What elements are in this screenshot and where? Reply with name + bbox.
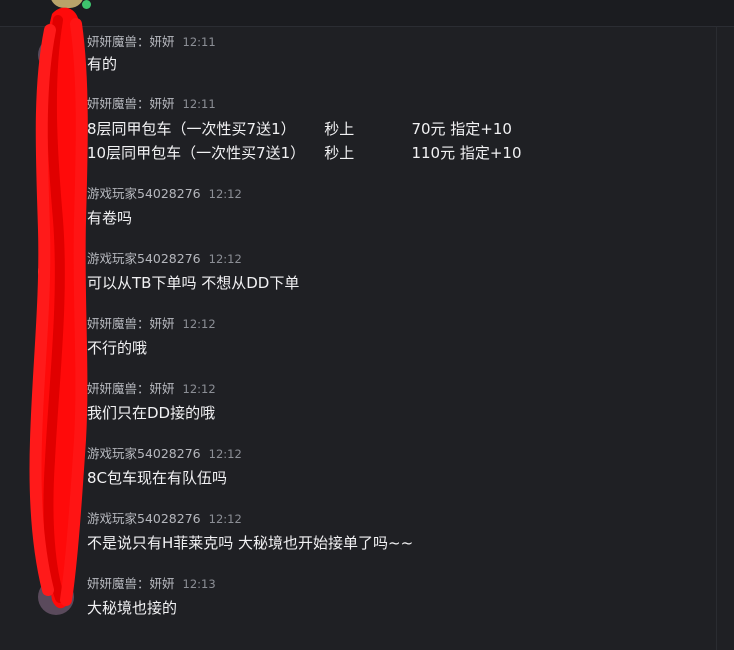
avatar[interactable] — [38, 449, 74, 485]
message-text: 大秘境也接的 — [87, 599, 178, 617]
message-text: 我们只在DD接的哦 — [87, 404, 216, 422]
message-text: 8C包车现在有队伍吗 — [87, 469, 228, 487]
avatar[interactable] — [38, 37, 74, 73]
avatar[interactable] — [38, 99, 74, 135]
avatar[interactable] — [38, 189, 74, 225]
message-time: 12:12 — [182, 382, 216, 396]
message-text: 可以从TB下单吗 不想从DD下单 — [87, 274, 300, 292]
message-meta: 妍妍魔兽：妍妍 12:12 — [87, 378, 216, 398]
avatar[interactable] — [38, 384, 74, 420]
avatar[interactable] — [38, 319, 74, 355]
sender-name[interactable]: 妍妍魔兽：妍妍 — [87, 381, 175, 396]
message-text: 8层同甲包车（一次性买7送1） 秒上 70元 指定+10 — [87, 120, 512, 138]
sender-name[interactable]: 游戏玩家54028276 — [87, 511, 201, 526]
sender-name[interactable]: 游戏玩家54028276 — [87, 251, 201, 266]
sender-name[interactable]: 游戏玩家54028276 — [87, 446, 201, 461]
chat-header-bar — [0, 0, 734, 27]
message-text: 10层同甲包车（一次性买7送1） 秒上 110元 指定+10 — [87, 144, 522, 162]
message-time: 12:12 — [208, 187, 242, 201]
sender-name[interactable]: 妍妍魔兽：妍妍 — [87, 576, 175, 591]
chat-panel: 妍妍魔兽：妍妍 12:11 有的 妍妍魔兽：妍妍 12:11 8层同甲包车（一次性买… — [0, 0, 734, 650]
sender-name[interactable]: 妍妍魔兽：妍妍 — [87, 34, 175, 49]
message-time: 12:13 — [182, 577, 216, 591]
online-status-icon — [82, 0, 91, 9]
avatar[interactable] — [38, 254, 74, 290]
sender-name[interactable]: 妍妍魔兽：妍妍 — [87, 96, 175, 111]
message-text: 不行的哦 — [87, 339, 148, 357]
avatar[interactable] — [38, 579, 74, 615]
panel-divider — [716, 26, 717, 650]
message-meta: 游戏玩家54028276 12:12 — [87, 183, 242, 203]
message-time: 12:11 — [182, 97, 216, 111]
message-meta: 游戏玩家54028276 12:12 — [87, 248, 242, 268]
message-meta: 妍妍魔兽：妍妍 12:13 — [87, 573, 216, 593]
message-text: 有的 — [87, 55, 118, 73]
message-time: 12:11 — [182, 35, 216, 49]
message-meta: 妍妍魔兽：妍妍 12:11 — [87, 93, 216, 113]
avatar[interactable] — [38, 514, 74, 550]
message-text: 不是说只有H菲莱克吗 大秘境也开始接单了吗~~ — [87, 534, 414, 552]
message-time: 12:12 — [208, 512, 242, 526]
message-meta: 妍妍魔兽：妍妍 12:11 — [87, 31, 216, 51]
message-time: 12:12 — [208, 252, 242, 266]
message-text: 有卷吗 — [87, 209, 133, 227]
message-time: 12:12 — [182, 317, 216, 331]
message-meta: 妍妍魔兽：妍妍 12:12 — [87, 313, 216, 333]
message-meta: 游戏玩家54028276 12:12 — [87, 443, 242, 463]
sender-name[interactable]: 游戏玩家54028276 — [87, 186, 201, 201]
header-avatar[interactable] — [50, 0, 84, 8]
sender-name[interactable]: 妍妍魔兽：妍妍 — [87, 316, 175, 331]
message-time: 12:12 — [208, 447, 242, 461]
message-meta: 游戏玩家54028276 12:12 — [87, 508, 242, 528]
